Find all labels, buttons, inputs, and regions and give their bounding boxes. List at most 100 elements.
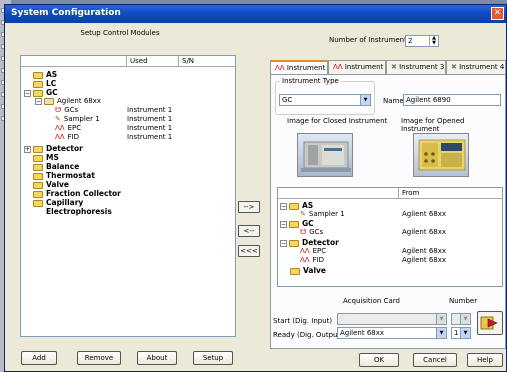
folder-icon [289, 220, 299, 228]
setup-control-modules-heading: Setup Control Modules [80, 29, 160, 37]
chevron-down-icon[interactable]: ▼ [360, 95, 370, 105]
close-icon[interactable]: ✕ [491, 7, 504, 20]
start-dig-input-label: Start (Dig. Input) [273, 317, 333, 325]
collapse-icon[interactable]: − [280, 202, 287, 210]
folder-icon [33, 89, 43, 97]
spinner-arrows-icon[interactable]: ▲ ▼ [429, 36, 438, 46]
tree-item-agilent-68xx[interactable]: − Agilent 68xx [35, 97, 101, 106]
list-item-as[interactable]: − AS [280, 201, 313, 210]
help-button[interactable]: Help [467, 353, 503, 367]
sampler-icon: ✎ [55, 115, 61, 123]
list-item-fid[interactable]: ΛΛ FID Agilent 68xx [300, 256, 500, 265]
closed-image-label: Image for Closed Instrument [287, 117, 388, 125]
start-number-select[interactable]: ▼ [451, 313, 471, 325]
tree-item-ms[interactable]: MS [33, 153, 59, 162]
opened-image-label: Image for Opened Instrument [401, 117, 465, 133]
chevron-down-icon[interactable]: ▼ [436, 328, 446, 338]
folder-icon [33, 172, 43, 180]
tree-item-balance[interactable]: Balance [33, 162, 79, 171]
collapse-icon[interactable]: − [35, 97, 42, 105]
modules-columns: Used S/N [21, 56, 235, 67]
ready-number-select[interactable]: 1 ▼ [451, 327, 471, 339]
collapse-icon[interactable]: − [280, 239, 287, 247]
gc-icon: ☋ [55, 106, 62, 114]
list-item-valve[interactable]: Valve [290, 266, 326, 275]
tree-item-gc[interactable]: − GC [24, 88, 58, 97]
tree-item-epc[interactable]: ΛΛ EPC Instrument 1 [55, 124, 235, 133]
move-all-left-button[interactable]: <<< [238, 245, 260, 257]
detector-icon: ΛΛ [300, 256, 310, 264]
column-used[interactable]: Used [126, 56, 178, 67]
tab-instrument-1[interactable]: ΛΛ Instrument 1 [270, 60, 332, 75]
ready-dig-output-select[interactable]: Agilent 68xx ▼ [337, 327, 447, 339]
chevron-down-icon[interactable]: ▼ [436, 314, 446, 324]
card-arrow-icon [480, 316, 498, 330]
closed-instrument-image[interactable] [297, 133, 353, 177]
title-bar: System Configuration ✕ [5, 5, 506, 23]
folder-icon [289, 239, 299, 247]
opened-instrument-image[interactable] [413, 133, 469, 177]
tree-item-fid[interactable]: ΛΛ FID Instrument 1 [55, 133, 235, 142]
tree-item-capillary-electrophoresis[interactable]: Capillary [33, 198, 83, 207]
list-item-gc[interactable]: − GC [280, 219, 314, 228]
name-field[interactable]: Agilent 6890 [403, 94, 501, 106]
folder-icon [33, 154, 43, 162]
cancel-button[interactable]: Cancel [413, 353, 457, 367]
tab-instrument-4[interactable]: ✖ Instrument 4 [446, 60, 506, 74]
acquisition-card-label: Acquisition Card [343, 297, 400, 305]
move-right-button[interactable]: --> [238, 201, 260, 213]
collapse-icon[interactable]: − [24, 89, 31, 97]
folder-icon [289, 202, 299, 210]
unconfigured-icon: ✖ [391, 63, 397, 71]
column-from[interactable]: From [398, 188, 504, 199]
add-button[interactable]: Add [21, 351, 57, 365]
closed-gc-icon [301, 141, 351, 172]
list-item-gcs[interactable]: ☋ GCs Agilent 68xx [300, 228, 500, 237]
list-item-epc[interactable]: ΛΛ EPC Agilent 68xx [300, 247, 500, 256]
remove-button[interactable]: Remove [77, 351, 121, 365]
tree-item-gcs[interactable]: ☋ GCs Instrument 1 [55, 106, 235, 115]
tab-instrument-2[interactable]: ΛΛ Instrument 2 [328, 60, 390, 74]
list-item-detector[interactable]: − Detector [280, 238, 339, 247]
number-of-instruments-label: Number of Instruments [329, 36, 411, 44]
instrument-modules-list[interactable]: From − AS ✎ Sampler 1 Agilent 68xx − GC ☋ GCs… [277, 187, 503, 287]
tree-item-as[interactable]: AS [33, 70, 57, 79]
modules-tree[interactable]: Used S/N AS LC − GC − Agilent 68xx ☋ GCs Ins… [20, 55, 236, 337]
instrument-type-select[interactable]: GC ▼ [279, 94, 371, 106]
opened-gc-icon [418, 139, 466, 171]
tree-item-thermostat[interactable]: Thermostat [33, 171, 95, 180]
tree-item-fraction-collector[interactable]: Fraction Collector [33, 189, 121, 198]
tree-item-detector[interactable]: + Detector [24, 144, 83, 153]
list-columns: From [278, 188, 502, 199]
setup-button[interactable]: Setup [193, 351, 233, 365]
start-dig-input-select[interactable]: ▼ [337, 313, 447, 325]
list-item-sampler-1[interactable]: ✎ Sampler 1 Agilent 68xx [300, 210, 500, 219]
detector-icon: ΛΛ [55, 124, 65, 132]
module-icon [44, 97, 54, 105]
ready-dig-output-label: Ready (Dig. Output) [273, 331, 343, 339]
ok-button[interactable]: OK [359, 353, 399, 367]
gc-icon: ☋ [300, 228, 307, 236]
move-left-button[interactable]: <-- [238, 225, 260, 237]
detector-icon: ΛΛ [300, 247, 310, 255]
folder-icon [33, 190, 43, 198]
detector-icon: ΛΛ [275, 64, 285, 72]
folder-icon [290, 267, 300, 275]
expand-icon[interactable]: + [24, 145, 31, 153]
tree-item-sampler-1[interactable]: ✎ Sampler 1 Instrument 1 [55, 115, 235, 124]
column-sn[interactable]: S/N [178, 56, 237, 67]
chevron-down-icon[interactable]: ▼ [460, 328, 470, 338]
tree-item-lc[interactable]: LC [33, 79, 56, 88]
number-of-instruments-spinner[interactable]: 2 ▲ ▼ [405, 35, 439, 47]
number-label: Number [449, 297, 478, 305]
tab-instrument-3[interactable]: ✖ Instrument 3 [386, 60, 446, 74]
folder-icon [33, 71, 43, 79]
folder-icon [33, 163, 43, 171]
instrument-type-group: Instrument Type GC ▼ [275, 77, 375, 115]
chevron-down-icon[interactable]: ▼ [460, 314, 470, 324]
collapse-icon[interactable]: − [280, 220, 287, 228]
acquisition-card-config-button[interactable] [477, 311, 503, 335]
tree-item-valve[interactable]: Valve [33, 180, 69, 189]
name-label: Name [383, 97, 404, 105]
about-button[interactable]: About [137, 351, 177, 365]
